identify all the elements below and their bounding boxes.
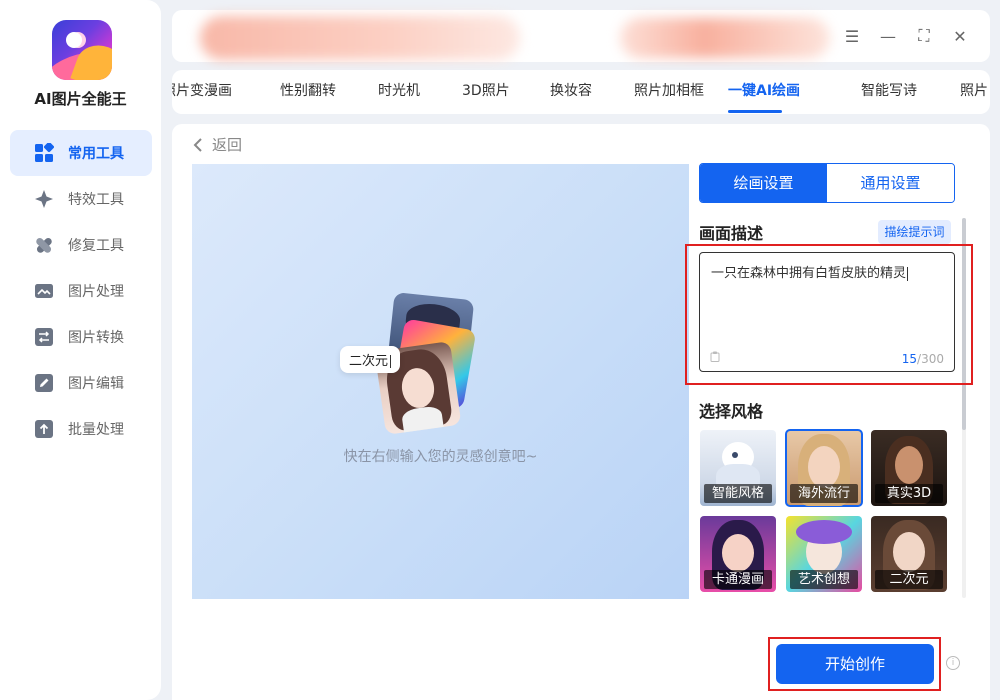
style-label: 二次元 (875, 570, 943, 589)
sidebar-item-image-convert[interactable]: 图片转换 (10, 314, 152, 360)
style-bubble: 二次元 (340, 346, 401, 373)
tab-time-machine[interactable]: 时光机 (378, 70, 420, 114)
tab-photo-frame[interactable]: 照片加相框 (634, 70, 704, 114)
tab-gender-swap[interactable]: 性别翻转 (280, 70, 336, 114)
tab-general-settings[interactable]: 通用设置 (827, 164, 954, 202)
close-icon[interactable]: ✕ (948, 24, 972, 48)
tab-paint-settings[interactable]: 绘画设置 (700, 164, 827, 202)
settings-segment: 绘画设置 通用设置 (699, 163, 955, 203)
bandage-icon (34, 235, 54, 255)
tab-smart-poem[interactable]: 智能写诗 (861, 70, 917, 114)
style-label: 海外流行 (790, 484, 858, 503)
sidebar-item-repair-tools[interactable]: 修复工具 (10, 222, 152, 268)
sidebar: AI图片全能王 常用工具 特效工具 修复工具 图片处理 图片转换 图片编辑 批量… (0, 0, 161, 700)
style-art-creative[interactable]: 艺术创想 (786, 516, 862, 592)
prompt-tips-button[interactable]: 描绘提示词 (878, 220, 951, 244)
minimize-icon[interactable]: — (876, 24, 900, 48)
style-smart[interactable]: 智能风格 (700, 430, 776, 506)
tab-photo-more[interactable]: 照片 (960, 70, 988, 114)
char-count-max: /300 (917, 352, 944, 366)
sparkle-icon (34, 189, 54, 209)
style-label: 卡通漫画 (704, 570, 772, 589)
blurred-banner-left (200, 16, 520, 60)
style-label: 真实3D (875, 484, 943, 503)
sidebar-item-image-process[interactable]: 图片处理 (10, 268, 152, 314)
maximize-icon[interactable]: ⛶ (912, 24, 936, 48)
prompt-text: 一只在森林中拥有白皙皮肤的精灵 (711, 262, 908, 281)
prompt-textarea[interactable]: 一只在森林中拥有白皙皮肤的精灵 15/300 (699, 252, 955, 372)
feature-tabs: 照片变漫画 性别翻转 时光机 3D照片 换妆容 照片加相框 一键AI绘画 智能写… (172, 70, 990, 114)
tab-ai-painting-label: 一键AI绘画 (728, 83, 801, 99)
menu-icon[interactable]: ☰ (840, 24, 864, 48)
style-anime[interactable]: 二次元 (871, 516, 947, 592)
sidebar-item-label: 图片处理 (68, 284, 124, 300)
sidebar-item-label: 批量处理 (68, 422, 124, 438)
tab-ai-painting[interactable]: 一键AI绘画 (708, 70, 802, 114)
main-panel: 返回 二次元 快在右侧输入您的灵感创意吧~ 绘画设置 通用设置 画面描述 描绘提… (172, 124, 990, 700)
chevron-left-icon (193, 137, 202, 152)
style-real-3d[interactable]: 真实3D (871, 430, 947, 506)
image-icon (34, 281, 54, 301)
app-title: AI图片全能王 (34, 90, 127, 108)
sidebar-item-label: 特效工具 (68, 192, 124, 208)
sidebar-item-effect-tools[interactable]: 特效工具 (10, 176, 152, 222)
tab-3d-photo[interactable]: 3D照片 (462, 70, 510, 114)
tab-photo-to-comic[interactable]: 照片变漫画 (172, 70, 232, 114)
preview-hint: 快在右侧输入您的灵感创意吧~ (343, 449, 538, 465)
upload-icon (34, 419, 54, 439)
description-title: 画面描述 (699, 224, 764, 243)
style-title: 选择风格 (699, 402, 764, 421)
style-overseas-popular[interactable]: 海外流行 (785, 429, 863, 507)
start-create-button[interactable]: 开始创作 (776, 644, 934, 684)
sidebar-item-label: 修复工具 (68, 238, 124, 254)
back-button[interactable]: 返回 (192, 134, 242, 155)
style-label: 艺术创想 (790, 570, 858, 589)
sidebar-nav: 常用工具 特效工具 修复工具 图片处理 图片转换 图片编辑 批量处理 (10, 130, 152, 452)
sidebar-item-batch-process[interactable]: 批量处理 (10, 406, 152, 452)
convert-icon (34, 327, 54, 347)
sidebar-item-image-edit[interactable]: 图片编辑 (10, 360, 152, 406)
edit-icon (34, 373, 54, 393)
app-logo (52, 20, 112, 80)
sidebar-item-common-tools[interactable]: 常用工具 (10, 130, 152, 176)
clipboard-icon[interactable] (710, 351, 720, 362)
style-cartoon-comic[interactable]: 卡通漫画 (700, 516, 776, 592)
sidebar-item-label: 常用工具 (68, 146, 124, 162)
preview-area: 二次元 快在右侧输入您的灵感创意吧~ (192, 164, 689, 599)
char-counter: 15/300 (902, 352, 944, 366)
blurred-banner-right (620, 18, 830, 58)
tab-makeup[interactable]: 换妆容 (550, 70, 592, 114)
sidebar-item-label: 图片转换 (68, 330, 124, 346)
back-label: 返回 (212, 136, 243, 154)
char-count-current: 15 (901, 352, 918, 366)
sidebar-item-label: 图片编辑 (68, 376, 124, 392)
info-icon[interactable]: i (946, 656, 960, 670)
grid-icon (34, 143, 54, 163)
style-label: 智能风格 (704, 484, 772, 503)
